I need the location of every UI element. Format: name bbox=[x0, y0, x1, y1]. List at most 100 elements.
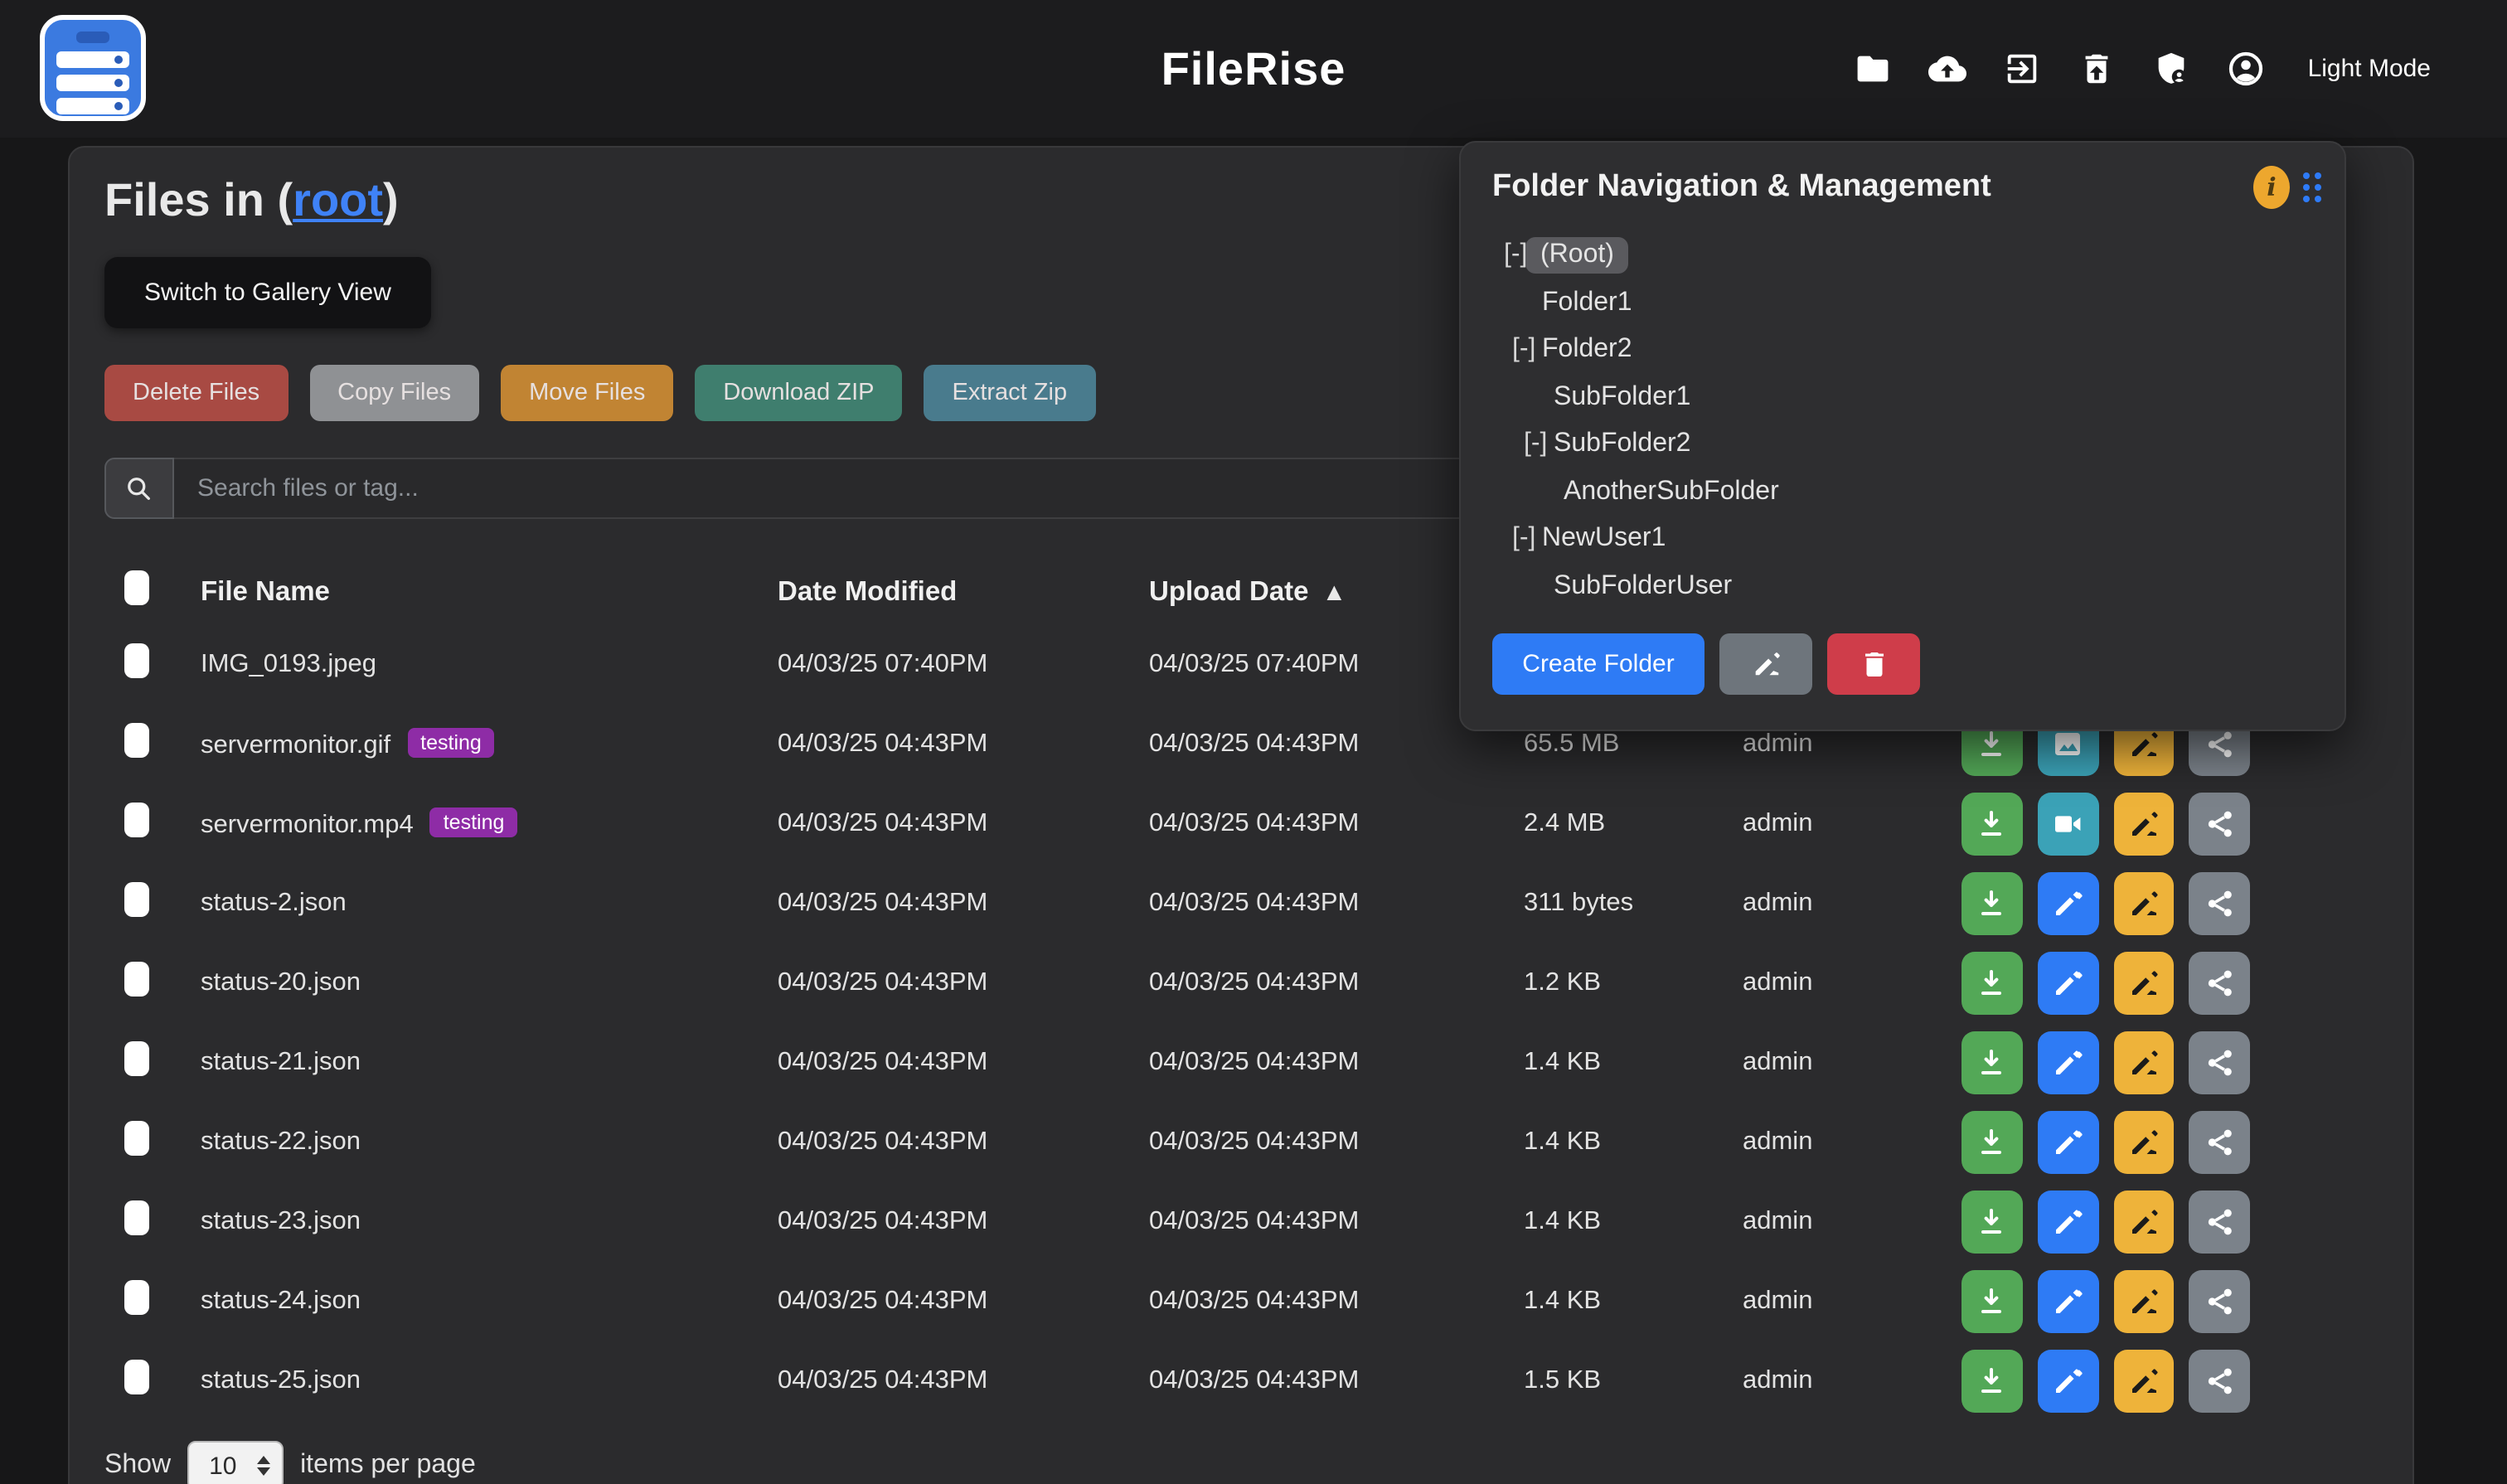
preview-or-edit-button[interactable] bbox=[2038, 793, 2099, 856]
bulk-action-button[interactable]: Copy Files bbox=[309, 365, 479, 421]
row-checkbox[interactable] bbox=[124, 882, 149, 917]
share-button[interactable] bbox=[2189, 1191, 2251, 1254]
rename-folder-button[interactable] bbox=[1719, 633, 1812, 695]
bulk-action-button[interactable]: Download ZIP bbox=[695, 365, 902, 421]
items-per-page-select[interactable]: 10 bbox=[187, 1441, 284, 1484]
tree-folder-label[interactable]: AnotherSubFolder bbox=[1564, 478, 1779, 507]
page-title: Files in (root) bbox=[104, 174, 399, 227]
share-button[interactable] bbox=[2189, 793, 2251, 856]
file-name[interactable]: servermonitor.gif bbox=[201, 731, 390, 759]
tree-toggle[interactable]: [-] bbox=[1512, 525, 1542, 555]
drag-handle-icon[interactable] bbox=[2303, 172, 2321, 202]
switch-gallery-view-button[interactable]: Switch to Gallery View bbox=[104, 257, 431, 328]
info-icon[interactable]: i bbox=[2253, 166, 2290, 209]
row-checkbox[interactable] bbox=[124, 1041, 149, 1076]
col-upload-date[interactable]: Upload Date▲ bbox=[1132, 576, 1507, 608]
share-button[interactable] bbox=[2189, 1350, 2251, 1413]
file-name[interactable]: status-23.json bbox=[201, 1207, 361, 1235]
file-name[interactable]: status-22.json bbox=[201, 1128, 361, 1156]
preview-or-edit-button[interactable] bbox=[2038, 952, 2099, 1015]
cloud-upload-icon[interactable] bbox=[1928, 50, 1966, 88]
delete-folder-button[interactable] bbox=[1827, 633, 1920, 695]
tree-folder-label[interactable]: SubFolder1 bbox=[1554, 383, 1690, 413]
download-button[interactable] bbox=[1961, 1031, 2023, 1094]
download-button[interactable] bbox=[1961, 1191, 2023, 1254]
folder-tree-item[interactable]: [-] SubFolder2 bbox=[1461, 421, 2345, 468]
rename-button[interactable] bbox=[2113, 1270, 2175, 1333]
rename-icon bbox=[2127, 967, 2160, 1000]
folder-tree-item[interactable]: SubFolder1 bbox=[1461, 374, 2345, 421]
download-button[interactable] bbox=[1961, 793, 2023, 856]
search-icon bbox=[104, 458, 174, 519]
theme-toggle[interactable]: Light Mode bbox=[2308, 55, 2431, 83]
col-date-modified[interactable]: Date Modified bbox=[761, 576, 1132, 608]
tree-toggle[interactable]: [-] bbox=[1524, 430, 1554, 460]
tree-folder-label[interactable]: (Root) bbox=[1525, 238, 1629, 274]
tree-folder-label[interactable]: Folder1 bbox=[1542, 289, 1632, 318]
folder-tree-item[interactable]: [-] NewUser1 bbox=[1461, 516, 2345, 563]
logout-icon[interactable] bbox=[2003, 50, 2041, 88]
file-name[interactable]: status-24.json bbox=[201, 1287, 361, 1315]
file-name[interactable]: status-21.json bbox=[201, 1048, 361, 1076]
row-checkbox[interactable] bbox=[124, 1360, 149, 1394]
download-button[interactable] bbox=[1961, 952, 2023, 1015]
folder-tree-item[interactable]: [-] Folder2 bbox=[1461, 327, 2345, 374]
file-name[interactable]: IMG_0193.jpeg bbox=[201, 650, 376, 678]
folder-tree-item[interactable]: Folder1 bbox=[1461, 279, 2345, 327]
preview-or-edit-button[interactable] bbox=[2038, 1111, 2099, 1174]
row-checkbox[interactable] bbox=[124, 1121, 149, 1156]
row-checkbox[interactable] bbox=[124, 962, 149, 997]
tree-folder-label[interactable]: SubFolderUser bbox=[1554, 572, 1732, 602]
download-button[interactable] bbox=[1961, 1350, 2023, 1413]
preview-or-edit-button[interactable] bbox=[2038, 1350, 2099, 1413]
col-file-name[interactable]: File Name bbox=[184, 576, 761, 608]
rename-button[interactable] bbox=[2113, 1350, 2175, 1413]
share-button[interactable] bbox=[2189, 1270, 2251, 1333]
upload-date-cell: 04/03/25 04:43PM bbox=[1132, 889, 1507, 919]
tree-folder-label[interactable]: NewUser1 bbox=[1542, 525, 1666, 555]
root-folder-link[interactable]: root bbox=[293, 174, 383, 226]
share-button[interactable] bbox=[2189, 952, 2251, 1015]
rename-button[interactable] bbox=[2113, 1111, 2175, 1174]
select-all-checkbox[interactable] bbox=[124, 570, 149, 605]
file-name[interactable]: status-20.json bbox=[201, 968, 361, 997]
folder-tree-item[interactable]: SubFolderUser bbox=[1461, 563, 2345, 610]
bulk-action-button[interactable]: Delete Files bbox=[104, 365, 288, 421]
rename-button[interactable] bbox=[2113, 952, 2175, 1015]
rename-button[interactable] bbox=[2113, 793, 2175, 856]
tree-toggle[interactable]: [-] bbox=[1512, 336, 1542, 366]
download-button[interactable] bbox=[1961, 1111, 2023, 1174]
bulk-action-button[interactable]: Extract Zip bbox=[924, 365, 1096, 421]
folder-tree-item[interactable]: [-] (Root) bbox=[1461, 232, 2345, 279]
folder-tree-item[interactable]: AnotherSubFolder bbox=[1461, 468, 2345, 516]
row-checkbox[interactable] bbox=[124, 803, 149, 837]
preview-or-edit-button[interactable] bbox=[2038, 872, 2099, 935]
admin-shield-icon[interactable] bbox=[2152, 50, 2190, 88]
share-button[interactable] bbox=[2189, 872, 2251, 935]
share-button[interactable] bbox=[2189, 1111, 2251, 1174]
tree-folder-label[interactable]: Folder2 bbox=[1542, 336, 1632, 366]
preview-or-edit-button[interactable] bbox=[2038, 1191, 2099, 1254]
file-name[interactable]: status-25.json bbox=[201, 1366, 361, 1394]
file-name[interactable]: servermonitor.mp4 bbox=[201, 811, 414, 839]
row-checkbox[interactable] bbox=[124, 1200, 149, 1235]
folder-icon[interactable] bbox=[1854, 50, 1892, 88]
create-folder-button[interactable]: Create Folder bbox=[1492, 633, 1704, 695]
download-button[interactable] bbox=[1961, 872, 2023, 935]
download-button[interactable] bbox=[1961, 1270, 2023, 1333]
preview-or-edit-button[interactable] bbox=[2038, 1270, 2099, 1333]
restore-trash-icon[interactable] bbox=[2078, 50, 2116, 88]
row-checkbox[interactable] bbox=[124, 643, 149, 678]
account-icon[interactable] bbox=[2227, 50, 2265, 88]
bulk-action-button[interactable]: Move Files bbox=[501, 365, 673, 421]
rename-button[interactable] bbox=[2113, 872, 2175, 935]
share-button[interactable] bbox=[2189, 1031, 2251, 1094]
preview-or-edit-button[interactable] bbox=[2038, 1031, 2099, 1094]
table-row: status-21.json 04/03/25 04:43PM 04/03/25… bbox=[104, 1023, 2253, 1103]
rename-button[interactable] bbox=[2113, 1191, 2175, 1254]
row-checkbox[interactable] bbox=[124, 723, 149, 758]
tree-folder-label[interactable]: SubFolder2 bbox=[1554, 430, 1690, 460]
file-name[interactable]: status-2.json bbox=[201, 889, 347, 917]
row-checkbox[interactable] bbox=[124, 1280, 149, 1315]
rename-button[interactable] bbox=[2113, 1031, 2175, 1094]
